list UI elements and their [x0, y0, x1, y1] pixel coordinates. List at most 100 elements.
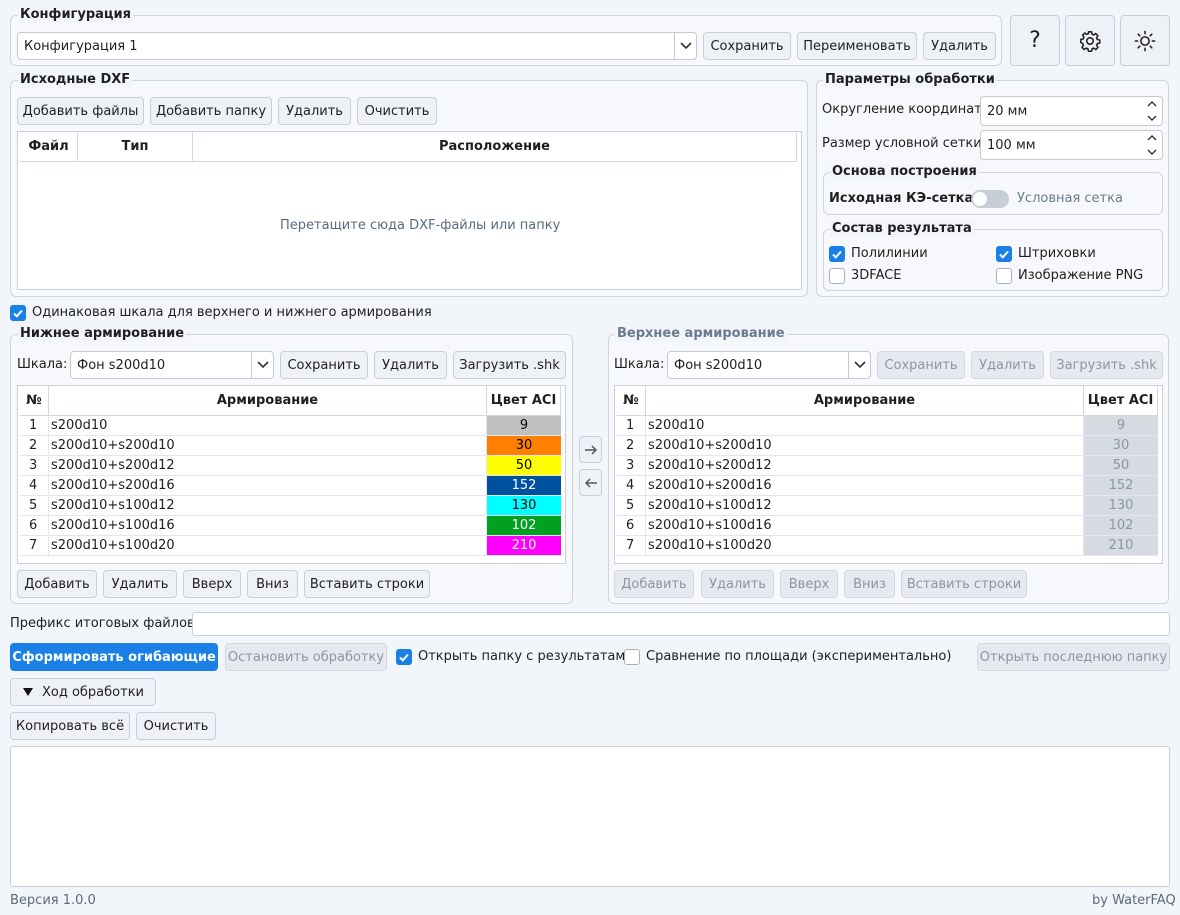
- hatches-checkbox[interactable]: [996, 246, 1012, 262]
- spin-up-icon[interactable]: [1142, 97, 1162, 111]
- row-reinforcement[interactable]: s200d10: [646, 416, 1084, 435]
- row-reinforcement[interactable]: s200d10+s100d20: [646, 536, 1084, 555]
- table-row[interactable]: 7 s200d10+s100d20 210: [20, 536, 561, 556]
- spin-down-icon[interactable]: [1142, 111, 1162, 125]
- add-files-button[interactable]: Добавить файлы: [17, 97, 144, 125]
- row-aci-color[interactable]: 30: [1084, 436, 1158, 455]
- help-button[interactable]: ?: [1010, 15, 1060, 66]
- chevron-down-icon[interactable]: [848, 352, 870, 378]
- row-reinforcement[interactable]: s200d10+s200d16: [646, 476, 1084, 495]
- top-remove-button[interactable]: Удалить: [701, 570, 774, 598]
- row-aci-color[interactable]: 210: [1084, 536, 1158, 555]
- bottom-delete-button[interactable]: Удалить: [374, 351, 447, 379]
- top-table[interactable]: № Армирование Цвет ACI 1 s200d10 9 2 s200d10…: [614, 385, 1163, 564]
- top-delete-button[interactable]: Удалить: [971, 351, 1044, 379]
- bottom-table[interactable]: № Армирование Цвет ACI 1 s200d10 9 2 s200d10…: [17, 385, 566, 564]
- table-row[interactable]: 4 s200d10+s200d16 152: [20, 476, 561, 496]
- row-reinforcement[interactable]: s200d10+s200d12: [646, 456, 1084, 475]
- col-number[interactable]: №: [20, 386, 49, 415]
- stop-button[interactable]: Остановить обработку: [225, 643, 387, 671]
- row-reinforcement[interactable]: s200d10+s200d10: [646, 436, 1084, 455]
- add-folder-button[interactable]: Добавить папку: [150, 97, 272, 125]
- col-reinforcement[interactable]: Армирование: [646, 386, 1084, 415]
- row-reinforcement[interactable]: s200d10+s200d16: [49, 476, 487, 495]
- table-row[interactable]: 7 s200d10+s100d20 210: [617, 536, 1158, 556]
- chevron-down-icon[interactable]: [251, 352, 273, 378]
- col-reinforcement[interactable]: Армирование: [49, 386, 487, 415]
- bottom-scale-combo[interactable]: Фон s200d10: [70, 351, 274, 379]
- bottom-add-button[interactable]: Добавить: [17, 570, 97, 598]
- table-row[interactable]: 2 s200d10+s200d10 30: [617, 436, 1158, 456]
- row-reinforcement[interactable]: s200d10+s200d12: [49, 456, 487, 475]
- table-row[interactable]: 6 s200d10+s100d16 102: [20, 516, 561, 536]
- table-row[interactable]: 1 s200d10 9: [617, 416, 1158, 436]
- chevron-down-icon[interactable]: [674, 33, 696, 59]
- top-up-button[interactable]: Вверх: [780, 570, 838, 598]
- row-aci-color[interactable]: 9: [1084, 416, 1158, 435]
- table-row[interactable]: 2 s200d10+s200d10 30: [20, 436, 561, 456]
- source-table[interactable]: Файл Тип Расположение Перетащите сюда DX…: [17, 131, 802, 290]
- bottom-down-button[interactable]: Вниз: [247, 570, 298, 598]
- copy-to-bottom-button[interactable]: [579, 469, 602, 496]
- bottom-up-button[interactable]: Вверх: [183, 570, 241, 598]
- theme-button[interactable]: [1120, 15, 1170, 66]
- table-row[interactable]: 4 s200d10+s200d16 152: [617, 476, 1158, 496]
- col-aci-color[interactable]: Цвет ACI: [1084, 386, 1158, 415]
- row-aci-color[interactable]: 50: [1084, 456, 1158, 475]
- col-type[interactable]: Тип: [78, 132, 193, 161]
- bottom-load-button[interactable]: Загрузить .shk: [453, 351, 566, 379]
- table-row[interactable]: 5 s200d10+s100d12 130: [20, 496, 561, 516]
- top-insert-button[interactable]: Вставить строки: [901, 570, 1027, 598]
- top-add-button[interactable]: Добавить: [614, 570, 694, 598]
- clear-log-button[interactable]: Очистить: [136, 712, 216, 740]
- row-aci-color[interactable]: 102: [1084, 516, 1158, 535]
- row-reinforcement[interactable]: s200d10: [49, 416, 487, 435]
- progress-toggle-button[interactable]: Ход обработки: [10, 678, 156, 706]
- row-aci-color[interactable]: 210: [487, 536, 561, 555]
- config-delete-button[interactable]: Удалить: [923, 32, 996, 60]
- row-reinforcement[interactable]: s200d10+s100d12: [646, 496, 1084, 515]
- top-down-button[interactable]: Вниз: [844, 570, 895, 598]
- open-last-folder-button[interactable]: Открыть последнюю папку: [977, 643, 1170, 671]
- row-aci-color[interactable]: 50: [487, 456, 561, 475]
- row-reinforcement[interactable]: s200d10+s100d16: [49, 516, 487, 535]
- polylines-checkbox[interactable]: [829, 246, 845, 262]
- bottom-insert-button[interactable]: Вставить строки: [304, 570, 430, 598]
- log-output[interactable]: [10, 746, 1170, 887]
- spin-down-icon[interactable]: [1142, 145, 1162, 159]
- table-row[interactable]: 6 s200d10+s100d16 102: [617, 516, 1158, 536]
- table-row[interactable]: 3 s200d10+s200d12 50: [617, 456, 1158, 476]
- png-checkbox[interactable]: [996, 268, 1012, 284]
- top-scale-combo[interactable]: Фон s200d10: [667, 351, 871, 379]
- row-aci-color[interactable]: 9: [487, 416, 561, 435]
- same-scale-checkbox[interactable]: [10, 305, 26, 321]
- row-aci-color[interactable]: 152: [1084, 476, 1158, 495]
- row-aci-color[interactable]: 102: [487, 516, 561, 535]
- source-delete-button[interactable]: Удалить: [278, 97, 351, 125]
- row-reinforcement[interactable]: s200d10+s100d20: [49, 536, 487, 555]
- col-number[interactable]: №: [617, 386, 646, 415]
- grid-spinbox[interactable]: 100 мм: [980, 130, 1163, 160]
- spin-up-icon[interactable]: [1142, 131, 1162, 145]
- row-reinforcement[interactable]: s200d10+s100d16: [646, 516, 1084, 535]
- col-location[interactable]: Расположение: [193, 132, 797, 161]
- row-reinforcement[interactable]: s200d10+s200d10: [49, 436, 487, 455]
- basis-toggle[interactable]: [971, 190, 1009, 208]
- table-row[interactable]: 1 s200d10 9: [20, 416, 561, 436]
- bottom-remove-button[interactable]: Удалить: [103, 570, 177, 598]
- table-row[interactable]: 3 s200d10+s200d12 50: [20, 456, 561, 476]
- table-row[interactable]: 5 s200d10+s100d12 130: [617, 496, 1158, 516]
- row-aci-color[interactable]: 130: [487, 496, 561, 515]
- copy-all-button[interactable]: Копировать всё: [10, 712, 130, 740]
- copy-to-top-button[interactable]: [579, 436, 602, 463]
- open-folder-checkbox[interactable]: [396, 649, 412, 665]
- row-aci-color[interactable]: 130: [1084, 496, 1158, 515]
- face3d-checkbox[interactable]: [829, 268, 845, 284]
- col-aci-color[interactable]: Цвет ACI: [487, 386, 561, 415]
- area-compare-checkbox[interactable]: [624, 649, 640, 665]
- generate-button[interactable]: Сформировать огибающие: [10, 643, 218, 671]
- config-combo[interactable]: Конфигурация 1: [17, 32, 697, 60]
- config-rename-button[interactable]: Переименовать: [797, 32, 917, 60]
- rounding-spinbox[interactable]: 20 мм: [980, 96, 1163, 126]
- source-clear-button[interactable]: Очистить: [357, 97, 437, 125]
